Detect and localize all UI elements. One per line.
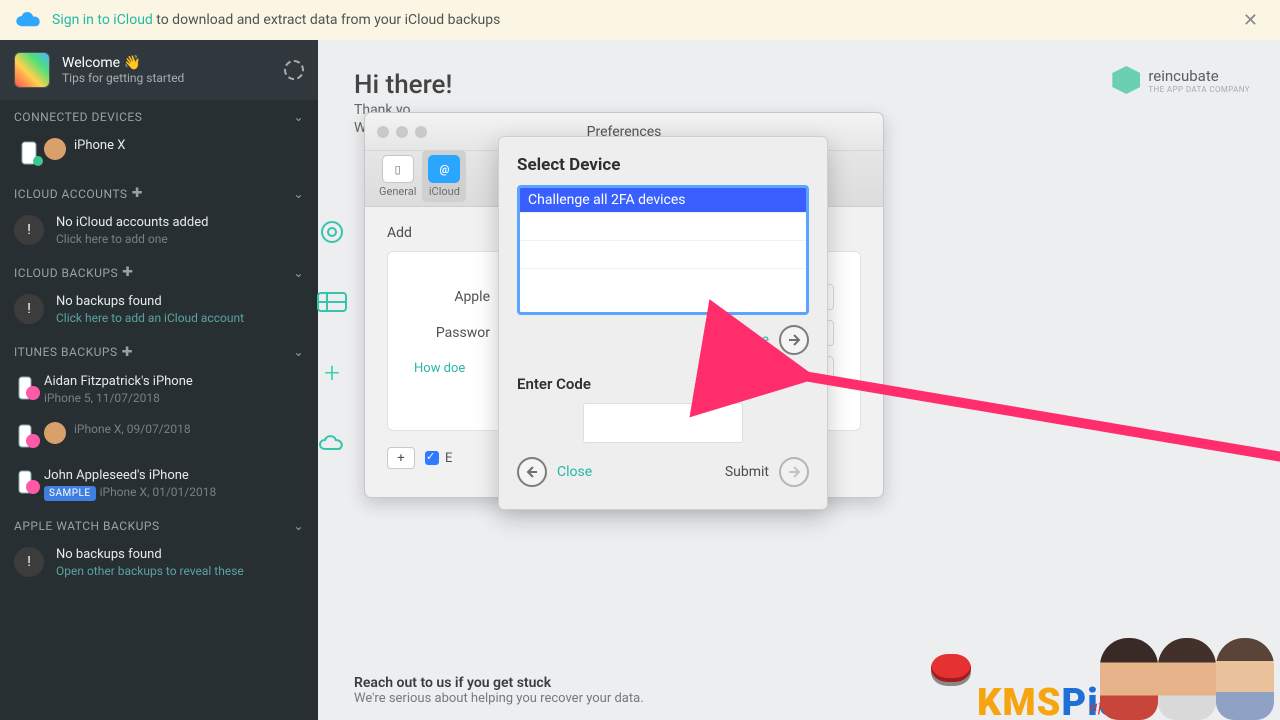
chevron-down-icon: ⌄ — [293, 110, 304, 124]
arrow-left-icon — [525, 465, 539, 479]
section-icloud-accounts[interactable]: ICLOUD ACCOUNTS ✚ ⌄ — [0, 176, 318, 207]
info-icon: ! — [14, 215, 44, 245]
itunes-backup-icon — [14, 374, 44, 404]
gear-outline-icon — [315, 215, 349, 249]
icloud-signin-banner: Sign in to iCloud to download and extrac… — [0, 0, 1280, 40]
sheet-title: Select Device — [517, 155, 809, 175]
add-button[interactable]: + — [387, 447, 415, 469]
banner-text: to download and extract data from your i… — [153, 12, 501, 28]
how-does-it-work-link[interactable]: How doe — [414, 361, 465, 376]
apple-id-label: Apple — [414, 289, 500, 305]
watermark: KMSPico africa — [931, 638, 1274, 720]
itunes-backup-item[interactable]: Aidan Fitzpatrick's iPhone iPhone 5, 11/… — [0, 366, 318, 414]
password-label: Passwor — [414, 325, 500, 341]
device-list[interactable]: Challenge all 2FA devices — [517, 185, 809, 315]
category-icons: + — [315, 215, 349, 459]
info-icon: ! — [14, 294, 44, 324]
itunes-backup-icon — [14, 422, 44, 452]
main-content: Hi there! Thank yo We want reincubate TH… — [318, 40, 1280, 720]
at-icon: @ — [428, 155, 460, 183]
sidebar: Welcome 👋 Tips for getting started CONNE… — [0, 40, 318, 720]
chevron-down-icon: ⌄ — [293, 187, 304, 201]
challenge-link[interactable]: Challenge — [707, 332, 769, 348]
remember-checkbox[interactable] — [425, 451, 439, 465]
device-item-iphonex[interactable]: iPhone X — [0, 130, 318, 176]
submit-label[interactable]: Submit — [725, 464, 769, 480]
chevron-down-icon: ⌄ — [293, 519, 304, 533]
chevron-down-icon: ⌄ — [293, 266, 304, 280]
add-itunes-backup-icon[interactable]: ✚ — [122, 345, 133, 360]
device-option-selected[interactable]: Challenge all 2FA devices — [520, 188, 806, 212]
person-avatar — [1100, 638, 1158, 720]
cloud-outline-icon — [315, 425, 349, 459]
sample-badge: SAMPLE — [44, 486, 96, 501]
user-avatar-icon — [44, 138, 66, 160]
welcome-card[interactable]: Welcome 👋 Tips for getting started — [0, 40, 318, 100]
close-banner-button[interactable]: ✕ — [1235, 6, 1266, 35]
welcome-subtitle: Tips for getting started — [62, 71, 284, 85]
loading-spinner-icon — [284, 60, 304, 80]
red-button-icon — [931, 654, 971, 682]
arrow-right-icon — [787, 465, 801, 479]
reach-out-block: Reach out to us if you get stuck We're s… — [354, 675, 644, 706]
enter-code-title: Enter Code — [517, 375, 809, 393]
checkbox-label: E — [445, 451, 452, 466]
app-icon — [14, 52, 50, 88]
plus-icon: + — [315, 355, 349, 389]
device-icon: ▯ — [382, 155, 414, 183]
person-avatar — [1158, 638, 1216, 720]
challenge-go-button[interactable] — [779, 325, 809, 355]
tab-general[interactable]: ▯ General — [373, 151, 422, 202]
icloud-backups-empty-item[interactable]: ! No backups found Click here to add an … — [0, 286, 318, 334]
watch-backups-empty-item[interactable]: ! No backups found Open other backups to… — [0, 539, 318, 587]
brand-cube-icon — [1112, 66, 1140, 94]
grid-icon — [315, 285, 349, 319]
welcome-title: Welcome 👋 — [62, 55, 284, 71]
signin-link[interactable]: Sign in to iCloud — [52, 12, 153, 28]
device-option-empty[interactable] — [520, 268, 806, 296]
phone-icon — [14, 138, 44, 168]
close-back-button[interactable] — [517, 457, 547, 487]
info-icon: ! — [14, 547, 44, 577]
user-avatar-icon — [44, 422, 66, 444]
icloud-empty-item[interactable]: ! No iCloud accounts added Click here to… — [0, 207, 318, 255]
select-device-sheet: Select Device Challenge all 2FA devices … — [498, 136, 828, 510]
chevron-down-icon: ⌄ — [293, 345, 304, 359]
submit-go-button[interactable] — [779, 457, 809, 487]
code-input[interactable] — [583, 403, 743, 443]
add-icloud-account-icon[interactable]: ✚ — [132, 186, 143, 201]
brand-logo: reincubate THE APP DATA COMPANY — [1112, 66, 1250, 94]
arrow-right-icon — [787, 333, 801, 347]
section-icloud-backups[interactable]: ICLOUD BACKUPS ✚ ⌄ — [0, 255, 318, 286]
tab-icloud[interactable]: @ iCloud — [422, 151, 466, 202]
section-watch-backups[interactable]: APPLE WATCH BACKUPS ⌄ — [0, 509, 318, 539]
itunes-backup-item[interactable]: iPhone X, 09/07/2018 — [0, 414, 318, 460]
itunes-backup-item[interactable]: John Appleseed's iPhone SAMPLEiPhone X, … — [0, 460, 318, 509]
person-avatar — [1216, 638, 1274, 720]
section-connected-devices[interactable]: CONNECTED DEVICES ⌄ — [0, 100, 318, 130]
page-title: Hi there! — [354, 70, 1244, 100]
section-itunes-backups[interactable]: ITUNES BACKUPS ✚ ⌄ — [0, 335, 318, 366]
cloud-icon — [14, 10, 42, 30]
itunes-backup-icon — [14, 468, 44, 498]
device-option-empty[interactable] — [520, 212, 806, 240]
add-icloud-backup-icon[interactable]: ✚ — [122, 265, 133, 280]
device-option-empty[interactable] — [520, 240, 806, 268]
close-label[interactable]: Close — [557, 464, 592, 480]
